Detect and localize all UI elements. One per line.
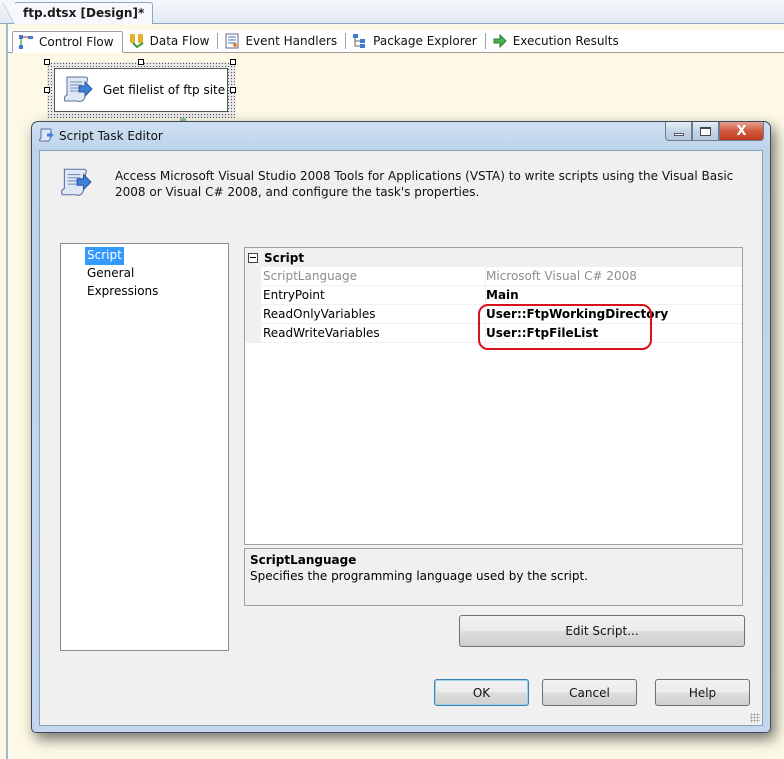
close-icon: X: [736, 123, 747, 139]
property-name: ReadOnlyVariables: [261, 305, 486, 323]
tab-execution-results[interactable]: Execution Results: [486, 33, 627, 49]
resize-handle[interactable]: [44, 59, 50, 65]
property-name: ReadWriteVariables: [261, 324, 486, 342]
property-grid: Script ScriptLanguage Microsoft Visual C…: [244, 247, 743, 545]
property-row-scriptlanguage[interactable]: ScriptLanguage Microsoft Visual C# 2008: [245, 267, 742, 286]
resize-grip[interactable]: [750, 713, 760, 723]
property-category: Script: [245, 248, 742, 267]
document-tab[interactable]: ftp.dtsx [Design]*: [2, 2, 154, 25]
tab-label: Control Flow: [39, 35, 114, 49]
category-label: Script: [264, 250, 305, 265]
dialog-title-bar[interactable]: Script Task Editor: [38, 126, 163, 146]
dialog-title: Script Task Editor: [59, 129, 163, 143]
property-description-panel: ScriptLanguage Specifies the programming…: [244, 548, 743, 606]
property-value[interactable]: User::FtpWorkingDirectory: [486, 305, 742, 323]
collapse-icon[interactable]: [248, 252, 258, 263]
dialog-body: Access Microsoft Visual Studio 2008 Tool…: [39, 150, 763, 726]
tab-event-handlers[interactable]: Event Handlers: [218, 33, 347, 49]
script-task-editor-dialog: Script Task Editor X Access Microsoft Vi…: [31, 121, 771, 733]
document-tab-bar: ftp.dtsx [Design]*: [0, 0, 784, 25]
ok-button[interactable]: OK: [434, 679, 529, 706]
page-nav-list: Script General Expressions: [60, 243, 229, 651]
property-value[interactable]: User::FtpFileList: [486, 324, 742, 342]
script-task-icon: [61, 73, 93, 108]
description-title: ScriptLanguage: [250, 553, 357, 567]
script-task-shape[interactable]: Get filelist of ftp site: [54, 68, 228, 112]
dialog-header: Access Microsoft Visual Studio 2008 Tool…: [40, 151, 762, 211]
minimize-icon: [673, 132, 684, 136]
tab-label: Event Handlers: [245, 34, 338, 48]
resize-handle[interactable]: [44, 87, 50, 93]
nav-item-general[interactable]: General: [85, 265, 136, 283]
minimize-button[interactable]: [665, 122, 692, 141]
property-row-entrypoint[interactable]: EntryPoint Main: [245, 286, 742, 305]
tab-label: Execution Results: [512, 34, 619, 48]
property-row-readwritevariables[interactable]: ReadWriteVariables User::FtpFileList: [245, 324, 742, 343]
control-flow-icon: [18, 34, 34, 50]
edit-script-button[interactable]: Edit Script...: [459, 615, 745, 647]
nav-item-expressions[interactable]: Expressions: [85, 283, 160, 301]
dialog-description: Access Microsoft Visual Studio 2008 Tool…: [115, 169, 734, 199]
window-controls: X: [665, 122, 764, 141]
execution-results-icon: [492, 33, 508, 49]
close-button[interactable]: X: [719, 122, 764, 141]
resize-handle[interactable]: [230, 87, 236, 93]
script-task-icon: [58, 165, 92, 202]
resize-handle[interactable]: [138, 59, 144, 65]
property-name: EntryPoint: [261, 286, 486, 304]
resize-handle[interactable]: [230, 59, 236, 65]
tab-data-flow[interactable]: Data Flow: [123, 33, 219, 49]
package-explorer-icon: [352, 33, 368, 49]
description-text: Specifies the programming language used …: [250, 569, 588, 583]
data-flow-icon: [129, 33, 145, 49]
help-button[interactable]: Help: [655, 679, 750, 706]
event-handlers-icon: [224, 33, 240, 49]
maximize-button[interactable]: [692, 122, 719, 141]
property-value[interactable]: Main: [486, 286, 742, 304]
tab-package-explorer[interactable]: Package Explorer: [346, 33, 486, 49]
property-row-readonlyvariables[interactable]: ReadOnlyVariables User::FtpWorkingDirect…: [245, 305, 742, 324]
maximize-icon: [700, 126, 711, 136]
dialog-app-icon: [38, 127, 54, 146]
cancel-button[interactable]: Cancel: [542, 679, 637, 706]
tab-label: Data Flow: [149, 34, 210, 48]
nav-item-script[interactable]: Script: [85, 247, 124, 265]
designer-tab-strip: Control Flow Data Flow Event Handlers Pa…: [8, 30, 784, 53]
tab-control-flow[interactable]: Control Flow: [12, 31, 123, 53]
property-value[interactable]: Microsoft Visual C# 2008: [486, 267, 742, 285]
task-label: Get filelist of ftp site: [103, 83, 226, 97]
tab-label: Package Explorer: [373, 34, 477, 48]
property-name: ScriptLanguage: [261, 267, 486, 285]
